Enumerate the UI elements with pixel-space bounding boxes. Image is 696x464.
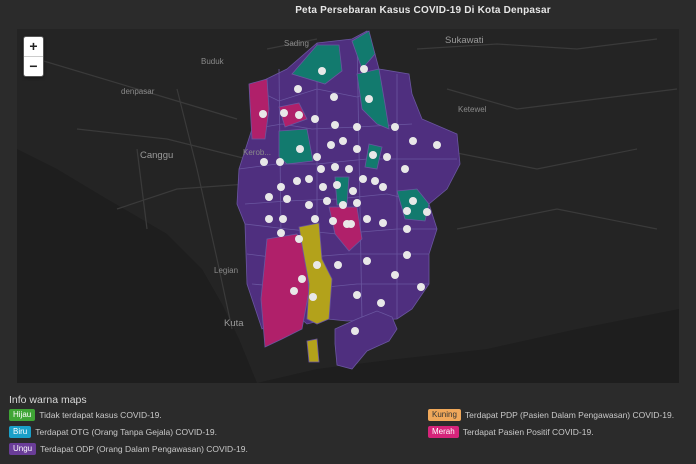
district-merah-1[interactable] [248,78,270,140]
legend-item-ungu: Ungu Terdapat ODP (Orang Dalam Pengawasa… [9,443,248,455]
place-label-kerobokan: Kerob... [243,148,272,157]
map-container[interactable]: + − Sading Sukawati Buduk denpasar Cangg… [17,29,679,383]
zoom-control[interactable]: + − [23,36,44,77]
legend-badge-biru: Biru [9,426,32,438]
place-label-denpasar: denpasar [121,87,155,96]
legend-item-hijau: Hijau Tidak terdapat kasus COVID-19. [9,409,162,421]
legend-badge-kuning: Kuning [428,409,461,421]
legend-text-biru: Terdapat OTG (Orang Tanpa Gejala) COVID-… [35,427,217,437]
legend-text-hijau: Tidak terdapat kasus COVID-19. [39,410,162,420]
place-label-kuta: Kuta [224,318,244,329]
zoom-out-button[interactable]: − [24,56,43,76]
place-label-ketewel: Ketewel [458,105,487,114]
legend-text-ungu: Terdapat ODP (Orang Dalam Pengawasan) CO… [40,444,248,454]
place-label-canggu: Canggu [140,150,174,161]
legend-text-kuning: Terdapat PDP (Pasien Dalam Pengawasan) C… [464,410,675,420]
place-label-sukawati: Sukawati [445,35,484,46]
district-hijau-4[interactable] [278,128,314,165]
legend-badge-ungu: Ungu [9,443,37,455]
legend-item-merah: Merah Terdapat Pasien Positif COVID-19. [428,426,594,438]
legend-title: Info warna maps [9,394,87,406]
map-canvas[interactable] [17,29,679,383]
place-label-buduk: Buduk [201,57,224,66]
place-label-legian: Legian [214,266,239,275]
legend-badge-hijau: Hijau [9,409,36,421]
legend-text-merah: Terdapat Pasien Positif COVID-19. [462,427,594,437]
page: Peta Persebaran Kasus COVID-19 Di Kota D… [0,0,696,464]
legend-item-kuning: Kuning Terdapat PDP (Pasien Dalam Pengaw… [428,409,674,421]
zoom-in-button[interactable]: + [24,37,43,56]
legend-item-biru: Biru Terdapat OTG (Orang Tanpa Gejala) C… [9,426,217,438]
page-title: Peta Persebaran Kasus COVID-19 Di Kota D… [295,5,551,16]
district-kuning-2[interactable] [306,338,320,363]
legend-badge-merah: Merah [428,426,459,438]
place-label-sading: Sading [284,39,309,48]
